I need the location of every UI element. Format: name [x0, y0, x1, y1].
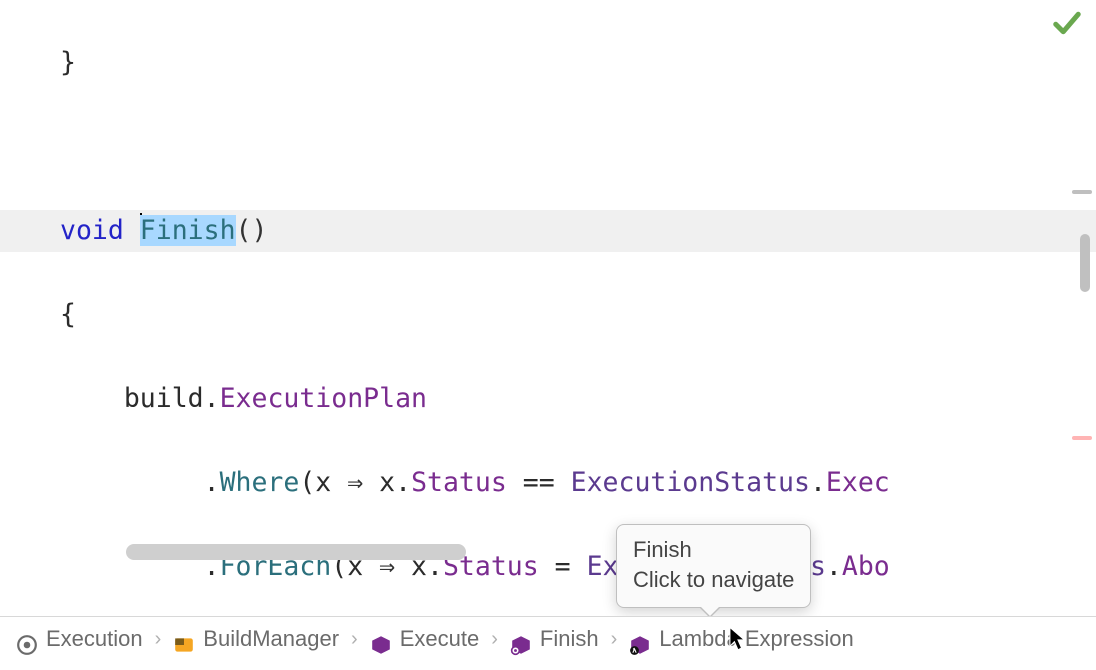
- brace: }: [60, 47, 76, 78]
- chevron-right-icon: ›: [491, 618, 498, 660]
- class-icon: [173, 628, 195, 650]
- breadcrumb-item[interactable]: Execute: [364, 616, 486, 662]
- tooltip-title: Finish: [633, 535, 794, 565]
- inspections-ok-icon[interactable]: [1052, 6, 1082, 48]
- keyword: void: [60, 215, 124, 246]
- horizontal-scrollbar-thumb[interactable]: [126, 544, 466, 560]
- breadcrumb-label: Lambda Expression: [659, 618, 853, 660]
- stripe-mark[interactable]: [1072, 190, 1092, 194]
- code-line[interactable]: {: [60, 294, 1096, 336]
- vertical-scrollbar-thumb[interactable]: [1080, 234, 1090, 292]
- interface-icon: [16, 628, 38, 650]
- breadcrumb-label: Execution: [46, 618, 143, 660]
- code-line[interactable]: .Where(x ⇒ x.Status == ExecutionStatus.E…: [60, 462, 1096, 504]
- breadcrumb-tooltip: Finish Click to navigate: [616, 524, 811, 608]
- tooltip-hint: Click to navigate: [633, 565, 794, 595]
- breadcrumb-label: Finish: [540, 618, 599, 660]
- code-line[interactable]: }: [60, 42, 1096, 84]
- stripe-mark[interactable]: [1072, 436, 1092, 440]
- code-editor[interactable]: } void Finish() { build.ExecutionPlan .W…: [0, 0, 1096, 616]
- breadcrumb-item[interactable]: Finish: [504, 616, 605, 662]
- chevron-right-icon: ›: [155, 618, 162, 660]
- method-icon: [510, 628, 532, 650]
- chevron-right-icon: ›: [611, 618, 618, 660]
- code-line[interactable]: [60, 126, 1096, 168]
- breadcrumb-label: Execute: [400, 618, 480, 660]
- method-name: Finish: [140, 215, 236, 246]
- breadcrumb-item[interactable]: Execution: [10, 616, 149, 662]
- code-line-current[interactable]: void Finish(): [0, 210, 1096, 252]
- breadcrumb-bar: Execution › BuildManager › Execute › Fin…: [0, 616, 1096, 660]
- mouse-cursor-icon: [729, 626, 747, 652]
- breadcrumb-item[interactable]: BuildManager: [167, 616, 345, 662]
- method-icon: [370, 628, 392, 650]
- code-line[interactable]: build.ExecutionPlan: [60, 378, 1096, 420]
- breadcrumb-label: BuildManager: [203, 618, 339, 660]
- chevron-right-icon: ›: [351, 618, 358, 660]
- lambda-icon: [629, 628, 651, 650]
